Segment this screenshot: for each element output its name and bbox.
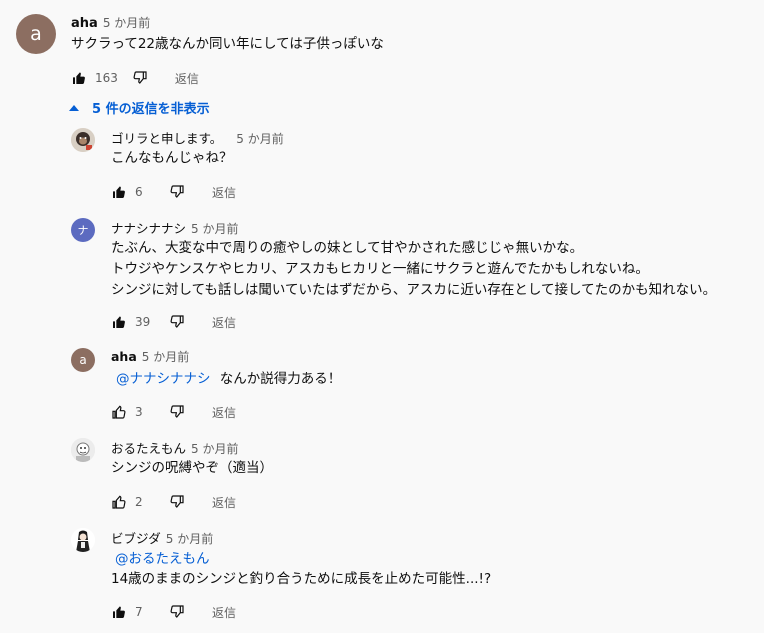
reply-text: @ナナシナナシ なんか説得力ある！ xyxy=(111,368,341,390)
reply-actions: 7 返信 xyxy=(111,602,236,622)
like-button[interactable] xyxy=(111,604,127,620)
reply-button[interactable]: 返信 xyxy=(212,404,236,421)
reply-text-line: たぶん、大変な中で周りの癒やしの妹として甘やかされた感じじゃ無いかな。 xyxy=(111,240,584,256)
thumb-down-icon xyxy=(170,605,184,618)
dislike-button[interactable] xyxy=(169,314,185,330)
reply-button[interactable]: 返信 xyxy=(212,494,236,511)
dislike-button[interactable] xyxy=(169,604,185,620)
thumb-up-filled-icon xyxy=(113,316,125,329)
avatar[interactable]: ナ xyxy=(71,218,95,242)
avatar[interactable] xyxy=(71,528,95,552)
avatar[interactable] xyxy=(71,128,95,152)
reply-header: ゴリラと申します。 5 か月前 xyxy=(111,128,284,147)
like-button[interactable] xyxy=(71,70,87,86)
reply-actions: 2 返信 xyxy=(111,492,236,512)
timestamp[interactable]: 5 か月前 xyxy=(142,350,189,364)
comment-header: aha 5 か月前 xyxy=(71,14,150,31)
comment-text: サクラって22歳なんか同い年にしては子供っぽいな xyxy=(71,36,384,52)
thumb-down-icon xyxy=(170,495,184,508)
author-name[interactable]: aha xyxy=(111,349,137,364)
reply-actions: 6 返信 xyxy=(111,182,236,202)
reply-button[interactable]: 返信 xyxy=(212,314,236,331)
avatar[interactable]: a xyxy=(16,14,56,54)
avatar-letter: a xyxy=(79,353,87,367)
like-button[interactable] xyxy=(111,494,127,510)
timestamp[interactable]: 5 か月前 xyxy=(236,132,283,146)
like-count: 39 xyxy=(135,315,151,329)
avatar[interactable]: a xyxy=(71,348,95,372)
dislike-button[interactable] xyxy=(169,184,185,200)
author-name[interactable]: ゴリラと申します。 xyxy=(111,131,222,146)
like-count: 163 xyxy=(95,71,118,85)
avatar-letter: ナ xyxy=(77,224,89,237)
avatar-gorilla-image xyxy=(71,128,95,152)
comment-actions: 163 返信 xyxy=(71,68,199,88)
thumb-up-icon xyxy=(112,495,126,509)
reply-header: aha 5 か月前 xyxy=(111,348,189,365)
reply-button[interactable]: 返信 xyxy=(212,604,236,621)
like-button[interactable] xyxy=(111,314,127,330)
thumb-down-icon xyxy=(170,405,184,418)
timestamp[interactable]: 5 か月前 xyxy=(103,16,150,30)
like-button[interactable] xyxy=(111,184,127,200)
avatar-letter: a xyxy=(30,23,42,45)
like-count: 6 xyxy=(135,185,143,199)
reply-button[interactable]: 返信 xyxy=(212,184,236,201)
author-name[interactable]: aha xyxy=(71,16,98,31)
avatar-character-image xyxy=(71,438,95,462)
reply-text: こんなもんじゃね？ xyxy=(111,150,233,166)
reply-text-content: なんか説得力ある！ xyxy=(219,371,342,387)
avatar-figure-image xyxy=(71,528,95,552)
thumb-down-icon xyxy=(170,185,184,198)
like-count: 7 xyxy=(135,605,143,619)
like-button[interactable] xyxy=(111,404,127,420)
mention-link[interactable]: @おるたえもん xyxy=(115,551,210,567)
reply-actions: 39 返信 xyxy=(111,312,236,332)
author-name[interactable]: ナナシナナシ xyxy=(111,221,186,236)
like-count: 2 xyxy=(135,495,143,509)
timestamp[interactable]: 5 か月前 xyxy=(191,442,238,456)
thumb-down-icon xyxy=(133,71,147,84)
dislike-button[interactable] xyxy=(132,70,148,86)
timestamp[interactable]: 5 か月前 xyxy=(166,532,213,546)
thumb-up-icon xyxy=(112,405,126,419)
reply-text-line: シンジに対しても話しは聞いていたはずだから、アスカに近い存在として接してたのかも… xyxy=(111,282,717,298)
mention-line: @おるたえもん xyxy=(111,548,210,570)
timestamp[interactable]: 5 か月前 xyxy=(191,222,238,236)
mention-link[interactable]: @ナナシナナシ xyxy=(116,371,211,387)
reply-button[interactable]: 返信 xyxy=(175,70,199,87)
reply-header: ナナシナナシ 5 か月前 xyxy=(111,218,238,237)
like-count: 3 xyxy=(135,405,143,419)
dislike-button[interactable] xyxy=(169,494,185,510)
reply-actions: 3 返信 xyxy=(111,402,236,422)
avatar[interactable] xyxy=(71,438,95,462)
reply-text: シンジの呪縛やぞ（適当） xyxy=(111,460,273,476)
hide-replies-button[interactable]: 5 件の返信を非表示 xyxy=(69,98,210,117)
thumb-up-filled-icon xyxy=(113,606,125,619)
reply-header: おるたえもん 5 か月前 xyxy=(111,438,238,457)
author-name[interactable]: ビブジダ xyxy=(111,531,161,546)
hide-replies-label: 5 件の返信を非表示 xyxy=(92,102,210,117)
reply-text: 14歳のままのシンジと釣り合うために成長を止めた可能性...!? xyxy=(111,571,492,587)
author-name[interactable]: おるたえもん xyxy=(111,441,186,456)
dislike-button[interactable] xyxy=(169,404,185,420)
chevron-up-icon xyxy=(69,104,79,111)
thumb-down-icon xyxy=(170,315,184,328)
thumb-up-filled-icon xyxy=(73,72,85,85)
reply-header: ビブジダ 5 か月前 xyxy=(111,528,213,547)
thumb-up-filled-icon xyxy=(113,186,125,199)
reply-text-line: トウジやケンスケやヒカリ、アスカもヒカリと一緒にサクラと遊んでたかもしれないね。 xyxy=(111,261,649,277)
